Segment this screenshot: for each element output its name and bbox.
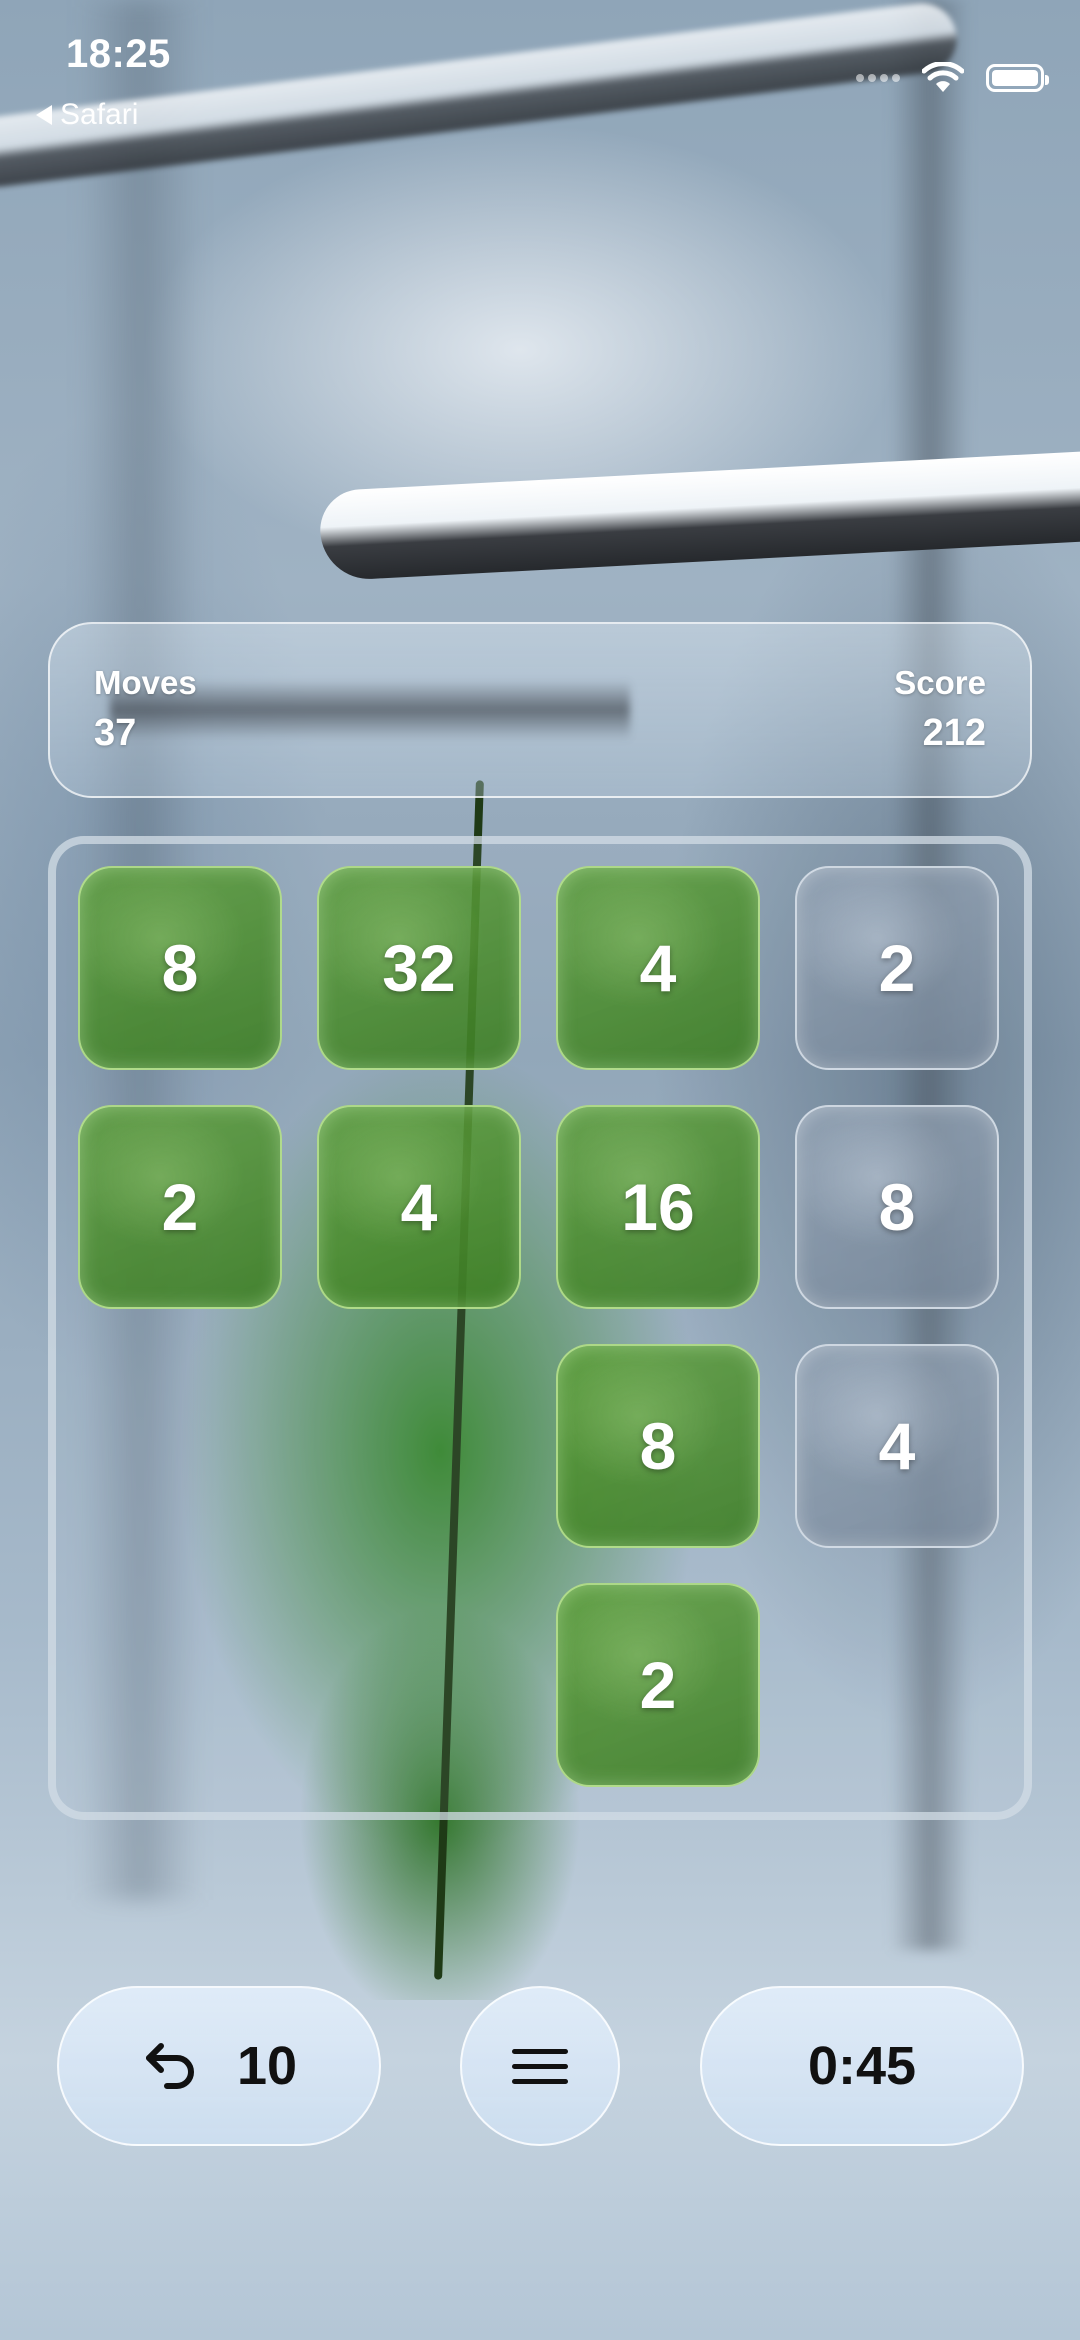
battery-icon (986, 64, 1049, 92)
score-label: Score (894, 664, 986, 701)
tile-r3-c2: 2 (556, 1583, 760, 1787)
tile-r1-c1: 4 (317, 1105, 521, 1309)
score-value: 212 (922, 712, 986, 754)
undo-count: 10 (236, 2036, 298, 2096)
timer-value: 0:45 (807, 2036, 917, 2096)
tile-r1-c2: 16 (556, 1105, 760, 1309)
back-label: Safari (60, 98, 139, 131)
score-stat: Score 212 (894, 664, 986, 755)
stats-panel: Moves 37 Score 212 (48, 622, 1032, 798)
tile-r0-c1: 32 (317, 866, 521, 1070)
moves-label: Moves (94, 664, 197, 701)
tile-r2-c3: 4 (795, 1344, 999, 1548)
timer-display: 0:45 (700, 1986, 1024, 2146)
back-arrow-icon (36, 105, 52, 125)
tile-r2-c2: 8 (556, 1344, 760, 1548)
menu-button[interactable] (460, 1986, 620, 2146)
undo-button[interactable]: 10 (57, 1986, 381, 2146)
tile-r0-c3: 2 (795, 866, 999, 1070)
cellular-signal-icon (856, 74, 900, 82)
hamburger-menu-icon (512, 2048, 568, 2084)
tile-r0-c0: 8 (78, 866, 282, 1070)
status-indicators (856, 62, 1049, 94)
moves-value: 37 (94, 712, 137, 754)
tile-r1-c3: 8 (795, 1105, 999, 1309)
game-board[interactable]: 8 32 4 2 2 4 16 8 8 4 2 (48, 836, 1032, 1820)
back-to-safari-link[interactable]: Safari (36, 98, 138, 132)
wifi-icon (922, 62, 964, 92)
moves-stat: Moves 37 (94, 664, 197, 755)
tile-r1-c0: 2 (78, 1105, 282, 1309)
tile-r0-c2: 4 (556, 866, 760, 1070)
undo-arrow-icon (145, 2043, 194, 2089)
status-time: 18:25 (66, 32, 171, 76)
